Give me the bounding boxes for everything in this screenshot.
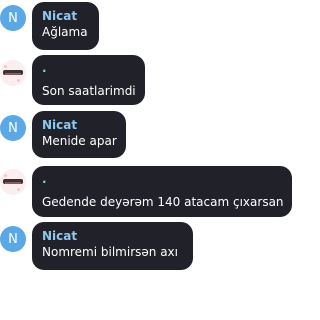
avatar[interactable]: N <box>0 115 26 141</box>
message-text: Gedende deyərəm 140 atacam çıxarsan <box>42 195 284 209</box>
avatar-initial: N <box>8 231 18 247</box>
message-bubble[interactable]: Nicat Ağlama <box>32 2 99 50</box>
sender-name[interactable]: Nicat <box>42 229 183 244</box>
message-text: Nomremi bilmirsən axı <box>42 245 178 259</box>
message-bubble[interactable]: Nicat Menide apar <box>32 111 126 158</box>
sender-name[interactable]: Nicat <box>42 9 89 24</box>
message-text: Son saatlarimdi <box>42 84 136 98</box>
sender-name[interactable]: Nicat <box>42 118 116 133</box>
message-bubble[interactable]: . Son saatlarimdi <box>32 55 145 105</box>
avatar[interactable] <box>0 60 26 86</box>
sender-name[interactable]: . <box>42 173 282 185</box>
avatar-initial: N <box>8 10 18 26</box>
avatar[interactable]: N <box>0 226 26 252</box>
sender-name[interactable]: . <box>42 62 135 74</box>
message-text: Ağlama <box>42 25 88 39</box>
message-bubble[interactable]: Nicat Nomremi bilmirsən axı <box>32 222 193 270</box>
avatar-initial: N <box>8 120 18 136</box>
message-bubble[interactable]: . Gedende deyərəm 140 atacam çıxarsan <box>32 166 292 217</box>
avatar[interactable] <box>0 169 26 195</box>
message-text: Menide apar <box>42 134 117 148</box>
avatar[interactable]: N <box>0 5 26 31</box>
